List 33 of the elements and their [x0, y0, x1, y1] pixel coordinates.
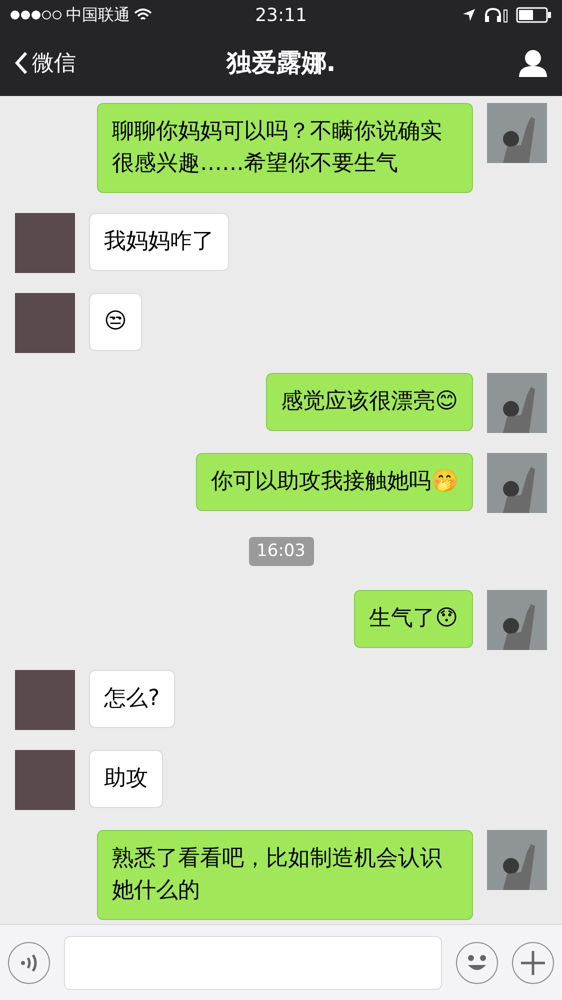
chevron-left-icon [14, 51, 28, 75]
message-bubble: 我妈妈咋了 [89, 212, 229, 270]
message-bubble: 怎么? [89, 670, 175, 728]
carrier-name: 中国联通 [66, 4, 130, 26]
plus-button[interactable] [512, 942, 554, 984]
message-bubble: 感觉应该很漂亮😊 [266, 372, 473, 430]
avatar-picture[interactable] [487, 372, 547, 432]
profile-icon[interactable] [518, 49, 548, 77]
message-bubble: 😒 [89, 292, 142, 350]
wifi-icon [134, 8, 152, 22]
timestamp: 16:03 [248, 536, 314, 566]
avatar-picture[interactable] [487, 102, 547, 162]
voice-button[interactable] [8, 942, 50, 984]
chat-title: 独爱露娜. [226, 47, 336, 80]
smiley-icon [465, 952, 489, 972]
message-bubble: 你可以助攻我接触她吗🤭 [196, 452, 473, 510]
avatar-picture[interactable] [487, 830, 547, 890]
avatar-picture[interactable] [487, 590, 547, 650]
emoji-button[interactable] [456, 942, 498, 984]
battery-icon [516, 7, 552, 23]
clock-time: 23:11 [255, 4, 307, 28]
message-bubble: 生气了😯 [354, 590, 473, 648]
plus-icon [520, 950, 546, 976]
back-button[interactable]: 微信 [14, 46, 76, 80]
avatar-picture[interactable] [487, 452, 547, 512]
location-arrow-icon [462, 8, 476, 22]
message-input-field[interactable] [64, 936, 442, 990]
voice-icon [20, 952, 38, 972]
message-bubble: 熟悉了看看吧，比如制造机会认识她什么的 [97, 830, 473, 920]
message-bubble: 助攻 [89, 750, 163, 808]
headphones-icon [484, 7, 508, 23]
signal-dots-icon [10, 10, 62, 20]
message-bubble: 聊聊你妈妈可以吗？不瞒你说确实很感兴趣……希望你不要生气 [97, 102, 473, 192]
